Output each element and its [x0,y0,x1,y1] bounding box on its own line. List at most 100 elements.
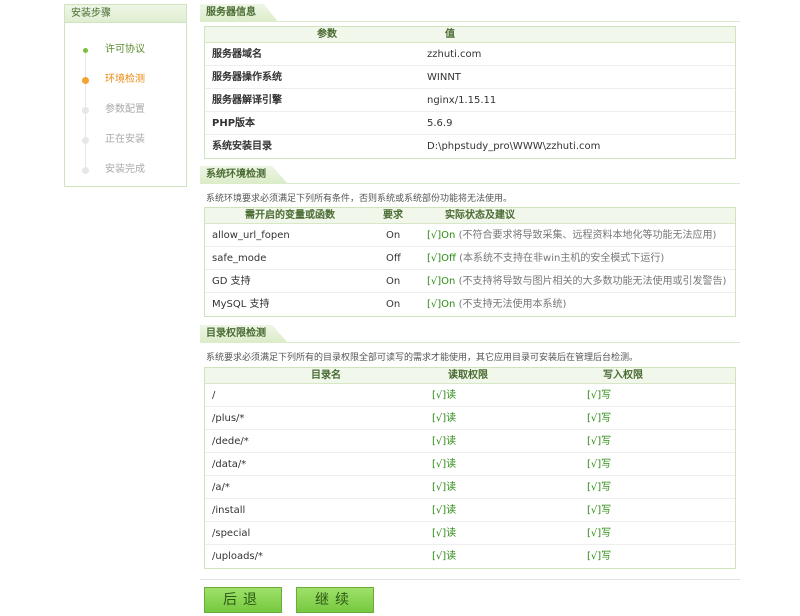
table-row: /uploads/* [√]读 [√]写 [205,545,735,568]
step-label: 安装完成 [105,164,145,175]
step-complete: 安装完成 [65,155,186,185]
install-steps-sidebar: 安装步骤 许可协议 环境检测 参数配置 正在安装 安装完成 [64,4,187,187]
back-button[interactable]: 后退 [204,587,282,613]
env-check-table-header: 需开启的变量或函数 要求 实际状态及建议 [205,208,735,224]
requirement: On [386,230,401,241]
table-row: /a/* [√]读 [√]写 [205,476,735,499]
read-permission: [√]读 [432,528,457,539]
env-check-title: 系统环境检测 [200,166,288,184]
param-name: 服务器解译引擎 [212,95,282,106]
env-check-table: 需开启的变量或函数 要求 实际状态及建议 allow_url_fopen On … [204,207,736,317]
table-row: /data/* [√]读 [√]写 [205,453,735,476]
col-param: 参数 [317,29,337,40]
status-ok: [√]On [427,276,456,287]
variable-name: safe_mode [212,253,267,264]
continue-button[interactable]: 继续 [296,587,374,613]
step-label: 环境检测 [105,74,145,85]
param-name: 系统安装目录 [212,141,272,152]
server-info-title: 服务器信息 [200,4,278,22]
table-row: MySQL 支持 On [√]On (不支持无法使用本系统) [205,293,735,316]
dir-check-title: 目录权限检测 [200,325,288,343]
variable-name: GD 支持 [212,276,251,287]
table-row: /dede/* [√]读 [√]写 [205,430,735,453]
step-license: 许可协议 [65,35,186,65]
write-permission: [√]写 [587,505,612,516]
step-config: 参数配置 [65,95,186,125]
write-permission: [√]写 [587,390,612,401]
col-status: 实际状态及建议 [445,210,515,221]
step-pending-dot-icon [82,167,89,174]
write-permission: [√]写 [587,551,612,562]
step-done-dot-icon [83,48,88,53]
read-permission: [√]读 [432,551,457,562]
read-permission: [√]读 [432,390,457,401]
directory-name: /data/* [212,459,247,470]
param-value: D:\phpstudy_pro\WWW\zzhuti.com [427,141,601,152]
variable-name: allow_url_fopen [212,230,290,241]
table-row: 服务器操作系统 WINNT [205,66,735,89]
col-write: 写入权限 [603,370,643,381]
status-ok: [√]On [427,230,456,241]
step-installing: 正在安装 [65,125,186,155]
col-requirement: 要求 [383,210,403,221]
table-row: 服务器解译引擎 nginx/1.15.11 [205,89,735,112]
read-permission: [√]读 [432,459,457,470]
read-permission: [√]读 [432,505,457,516]
step-list: 许可协议 环境检测 参数配置 正在安装 安装完成 [65,35,186,185]
col-variable: 需开启的变量或函数 [245,210,335,221]
directory-name: /special [212,528,251,539]
table-row: / [√]读 [√]写 [205,384,735,407]
dir-check-table-header: 目录名 读取权限 写入权限 [205,368,735,384]
table-row: 系统安装目录 D:\phpstudy_pro\WWW\zzhuti.com [205,135,735,158]
read-permission: [√]读 [432,436,457,447]
requirement: On [386,299,401,310]
status-note: (本系统不支持在非win主机的安全模式下运行) [459,253,665,264]
sidebar-title: 安装步骤 [65,5,186,23]
step-current-dot-icon [82,77,89,84]
directory-name: /plus/* [212,413,245,424]
server-info-header: 服务器信息 [200,4,740,22]
read-permission: [√]读 [432,482,457,493]
param-name: PHP版本 [212,118,256,129]
step-label: 正在安装 [105,134,145,145]
write-permission: [√]写 [587,413,612,424]
read-permission: [√]读 [432,413,457,424]
param-name: 服务器操作系统 [212,72,282,83]
param-value: WINNT [427,72,461,83]
step-label: 许可协议 [105,44,145,55]
col-directory: 目录名 [311,370,341,381]
step-pending-dot-icon [82,137,89,144]
write-permission: [√]写 [587,482,612,493]
table-row: /plus/* [√]读 [√]写 [205,407,735,430]
param-name: 服务器域名 [212,49,262,60]
status-note: (不符合要求将导致采集、远程资料本地化等功能无法应用) [458,230,717,241]
variable-name: MySQL 支持 [212,299,270,310]
step-label: 参数配置 [105,104,145,115]
env-check-description: 系统环境要求必须满足下列所有条件，否则系统或系统部份功能将无法使用。 [206,194,513,204]
directory-name: /uploads/* [212,551,264,562]
dir-check-header: 目录权限检测 [200,325,740,343]
status-ok: [√]On [427,299,456,310]
table-row: /install [√]读 [√]写 [205,499,735,522]
col-read: 读取权限 [448,370,488,381]
table-row: PHP版本 5.6.9 [205,112,735,135]
param-value: nginx/1.15.11 [427,95,497,106]
param-value: 5.6.9 [427,118,453,129]
param-value: zzhuti.com [427,49,482,60]
directory-name: /dede/* [212,436,249,447]
requirement: Off [386,253,401,264]
directory-name: /a/* [212,482,230,493]
col-value: 值 [445,29,455,40]
directory-name: /install [212,505,246,516]
requirement: On [386,276,401,287]
dir-check-table: 目录名 读取权限 写入权限 / [√]读 [√]写 /plus/* [√]读 [… [204,367,736,569]
status-note: (不支持无法使用本系统) [458,299,567,310]
step-environment: 环境检测 [65,65,186,95]
footer-divider [200,579,740,580]
dir-check-description: 系统要求必须满足下列所有的目录权限全部可读写的需求才能使用，其它应用目录可安装后… [206,353,639,363]
env-check-header: 系统环境检测 [200,166,740,184]
directory-name: / [212,390,216,401]
table-row: safe_mode Off [√]Off (本系统不支持在非win主机的安全模式… [205,247,735,270]
step-pending-dot-icon [82,107,89,114]
status-ok: [√]Off [427,253,456,264]
